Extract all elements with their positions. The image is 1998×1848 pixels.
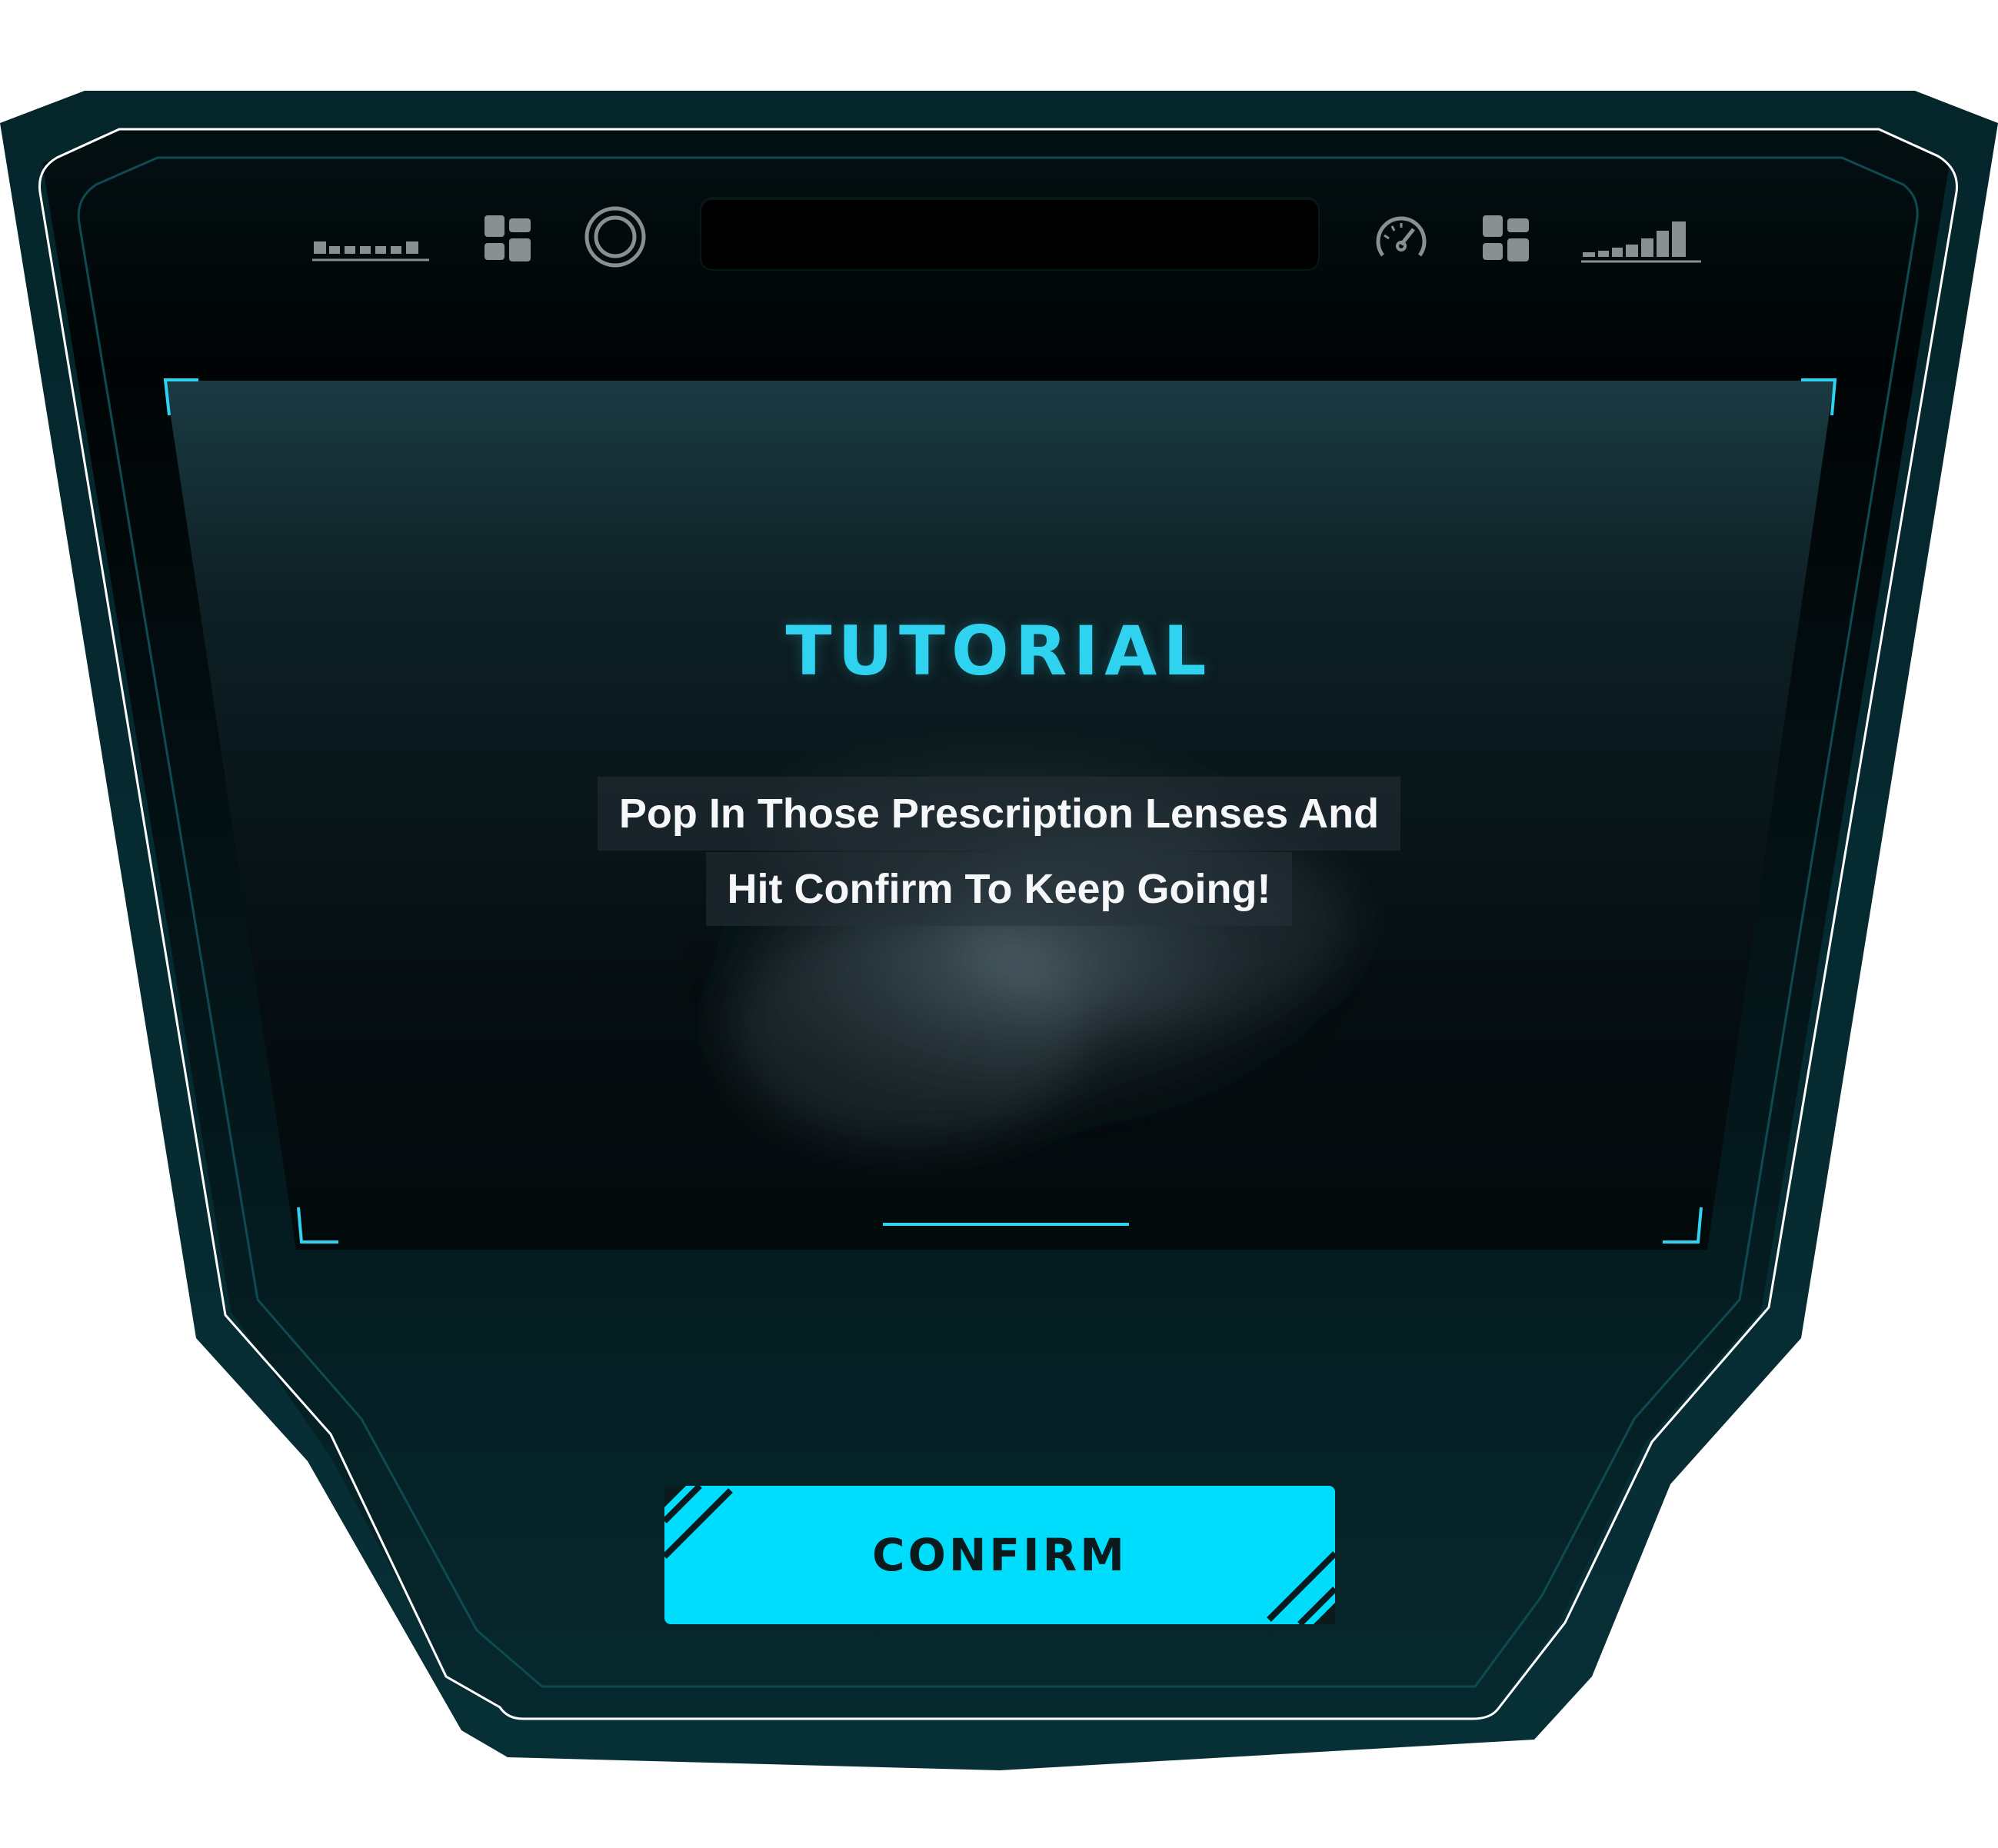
notch-display: [701, 198, 1318, 269]
instruction-line-2: Hit Confirm To Keep Going!: [705, 852, 1293, 926]
ring-icon: [584, 206, 646, 268]
confirm-button-label: CONFIRM: [872, 1529, 1127, 1581]
speedometer-icon: [1376, 216, 1427, 257]
battery-segments-icon: [312, 241, 429, 261]
instruction-text: Pop In Those Prescription Lenses And Hit…: [0, 777, 1998, 927]
instruction-line-1: Pop In Those Prescription Lenses And: [597, 777, 1401, 851]
grid-apps-icon: [485, 215, 531, 261]
signal-bars-icon: [1581, 221, 1701, 263]
status-bar: [0, 0, 1998, 308]
confirm-button[interactable]: CONFIRM: [664, 1486, 1335, 1624]
grid-apps-icon: [1483, 215, 1529, 261]
screen-title: TUTORIAL: [785, 611, 1213, 691]
